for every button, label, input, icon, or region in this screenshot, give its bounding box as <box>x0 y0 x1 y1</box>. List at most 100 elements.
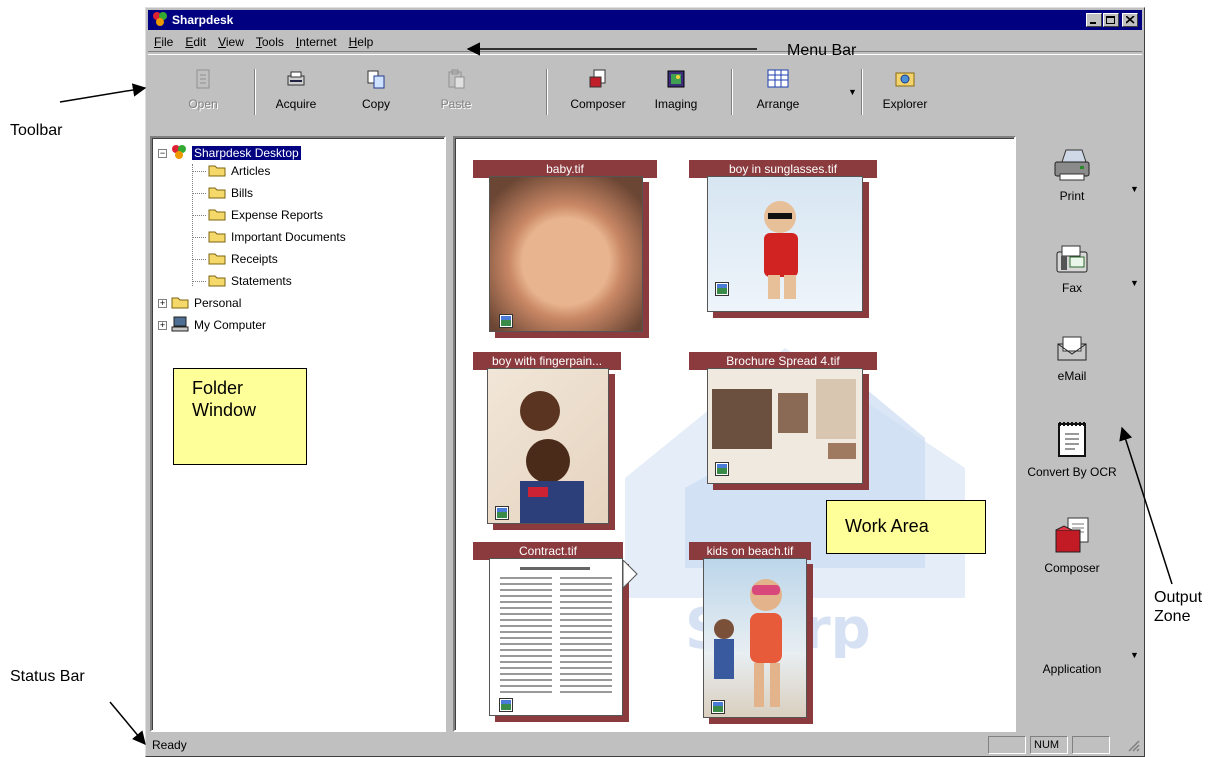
baby-photo <box>489 176 643 332</box>
status-cell-num: NUM <box>1030 736 1068 754</box>
tree-item-statements[interactable]: Statements <box>192 270 292 292</box>
explorer-icon <box>894 65 916 93</box>
toolbar: Open Acquire Copy Paste Composer Imaging… <box>148 54 1142 134</box>
file-icon <box>711 700 725 714</box>
paste-button[interactable]: Paste <box>416 65 496 123</box>
output-zone-callout: Output Zone <box>1154 589 1203 625</box>
thumbnail-boy-in-sunglasses[interactable]: boy in sunglasses.tif <box>689 160 879 320</box>
output-zone: Print ▼ Fax ▼ eMail Convert By OCR Compo… <box>1022 136 1142 732</box>
fax-button[interactable]: Fax <box>1022 244 1122 295</box>
menu-file[interactable]: File <box>148 35 179 49</box>
copy-icon <box>365 65 387 93</box>
tree-item-my-computer[interactable]: + My Computer <box>158 314 266 336</box>
expand-icon[interactable]: + <box>158 320 167 330</box>
folder-icon <box>208 163 226 180</box>
open-button[interactable]: Open <box>163 65 243 123</box>
menu-bar-callout: Menu Bar <box>787 42 857 59</box>
menu-edit[interactable]: Edit <box>179 35 212 49</box>
arrange-button[interactable]: Arrange <box>738 65 818 123</box>
composer-icon <box>587 65 609 93</box>
toolbar-arrow <box>59 83 147 103</box>
toolbar-callout: Toolbar <box>10 122 63 139</box>
brochure-photo <box>707 368 863 484</box>
expand-icon[interactable]: + <box>158 298 167 308</box>
arrange-icon <box>766 65 790 93</box>
status-text: Ready <box>152 738 187 752</box>
convert-by-ocr-button[interactable]: Convert By OCR <box>1022 420 1122 479</box>
copy-button[interactable]: Copy <box>336 65 416 123</box>
work-area-callout: Work Area <box>826 500 986 554</box>
sharpdesk-app-icon <box>152 11 168 30</box>
print-dropdown-arrow-icon[interactable]: ▼ <box>1130 184 1139 194</box>
status-bar-arrow <box>109 701 146 746</box>
file-icon <box>715 282 729 296</box>
menu-tools[interactable]: Tools <box>250 35 290 49</box>
menu-view[interactable]: View <box>212 35 250 49</box>
composer-icon <box>1052 516 1092 559</box>
paste-icon <box>445 65 467 93</box>
file-icon <box>499 698 513 712</box>
application-dropdown-arrow-icon[interactable]: ▼ <box>1130 650 1139 660</box>
imaging-button[interactable]: Imaging <box>636 65 716 123</box>
tree-item-personal[interactable]: + Personal <box>158 292 241 314</box>
arrange-dropdown-arrow-icon[interactable]: ▼ <box>848 87 857 97</box>
composer-button[interactable]: Composer <box>558 65 638 123</box>
toolbar-separator <box>731 69 733 115</box>
thumbnail-brochure-spread[interactable]: Brochure Spread 4.tif <box>689 352 879 492</box>
file-icon <box>495 506 509 520</box>
minimize-button[interactable] <box>1086 13 1102 27</box>
close-button[interactable] <box>1122 13 1138 27</box>
toolbar-separator <box>861 69 863 115</box>
fax-dropdown-arrow-icon[interactable]: ▼ <box>1130 278 1139 288</box>
folder-icon <box>208 273 226 290</box>
boy-sunglasses-photo <box>707 176 863 312</box>
maximize-icon <box>1106 15 1115 24</box>
tree-item-expense-reports[interactable]: Expense Reports <box>192 204 323 226</box>
imaging-icon <box>665 65 687 93</box>
email-icon <box>1055 334 1089 367</box>
folder-icon <box>208 229 226 246</box>
thumbnail-boy-with-fingerpaint[interactable]: boy with fingerpain... <box>473 352 633 532</box>
scanner-icon <box>285 65 307 93</box>
tree-item-bills[interactable]: Bills <box>192 182 253 204</box>
minimize-icon <box>1090 22 1096 24</box>
printer-icon <box>1052 148 1092 187</box>
sharpdesk-desktop-icon <box>171 144 187 163</box>
acquire-button[interactable]: Acquire <box>256 65 336 123</box>
open-icon <box>192 65 214 93</box>
resize-grip-icon[interactable] <box>1126 738 1140 752</box>
tree-item-articles[interactable]: Articles <box>192 160 270 182</box>
email-button[interactable]: eMail <box>1022 334 1122 383</box>
folder-icon <box>208 251 226 268</box>
thumbnail-contract[interactable]: Contract.tif <box>473 542 643 730</box>
folder-icon <box>208 207 226 224</box>
kids-beach-photo <box>703 558 807 718</box>
maximize-button[interactable] <box>1103 13 1119 27</box>
menu-internet[interactable]: Internet <box>290 35 343 49</box>
status-bar: Ready NUM <box>148 736 1142 754</box>
folder-icon <box>208 185 226 202</box>
thumbnail-baby[interactable]: baby.tif <box>473 160 663 340</box>
close-icon <box>1125 16 1135 24</box>
thumbnail-kids-on-beach[interactable]: kids on beach.tif <box>689 542 829 730</box>
window-title: Sharpdesk <box>172 13 234 27</box>
print-button[interactable]: Print <box>1022 148 1122 203</box>
explorer-button[interactable]: Explorer <box>865 65 945 123</box>
folder-icon <box>171 295 189 312</box>
status-bar-callout: Status Bar <box>10 668 85 685</box>
tree-item-receipts[interactable]: Receipts <box>192 248 278 270</box>
ocr-document-icon <box>1055 420 1089 463</box>
title-bar[interactable]: Sharpdesk <box>148 10 1142 30</box>
application-button[interactable]: Application <box>1022 660 1122 676</box>
page-curl-icon <box>623 560 638 589</box>
menu-bar: File Edit View Tools Internet Help <box>148 32 1142 52</box>
menu-help[interactable]: Help <box>343 35 380 49</box>
file-icon <box>715 462 729 476</box>
composer-output-button[interactable]: Composer <box>1022 516 1122 575</box>
tree-item-important-documents[interactable]: Important Documents <box>192 226 346 248</box>
collapse-icon[interactable]: − <box>158 148 167 158</box>
status-cell-caps <box>988 736 1026 754</box>
status-cell-scroll <box>1072 736 1110 754</box>
work-area: Sharp baby.tif boy in sunglasses.tif boy… <box>453 136 1016 732</box>
file-icon <box>499 314 513 328</box>
